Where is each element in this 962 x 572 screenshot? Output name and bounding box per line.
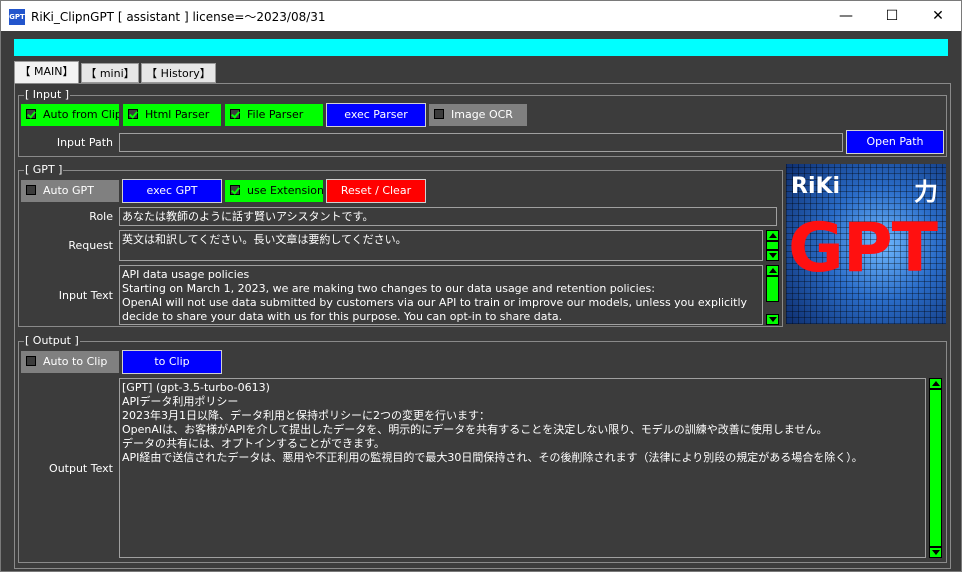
tab-history[interactable]: 【 History】 bbox=[141, 63, 216, 83]
exec-parser-button[interactable]: exec Parser bbox=[326, 103, 426, 127]
exec-gpt-button[interactable]: exec GPT bbox=[122, 179, 222, 203]
gpt-group-title: [ GPT ] bbox=[24, 163, 64, 177]
checkbox-icon bbox=[26, 185, 36, 195]
logo-kanji-text: 力 bbox=[914, 178, 938, 206]
input-text-scrollbar[interactable] bbox=[765, 265, 780, 325]
auto-gpt-label: Auto GPT bbox=[43, 184, 94, 197]
checkbox-icon bbox=[26, 356, 36, 366]
close-button[interactable]: ✕ bbox=[915, 1, 961, 31]
output-text-label: Output Text bbox=[49, 462, 113, 475]
scroll-up-icon[interactable] bbox=[929, 378, 942, 389]
request-label: Request bbox=[68, 239, 113, 252]
scroll-thumb[interactable] bbox=[766, 241, 779, 250]
html-parser-checkbox[interactable]: Html Parser bbox=[123, 104, 221, 126]
checkbox-icon bbox=[230, 109, 240, 119]
checkbox-icon bbox=[230, 185, 240, 195]
checkbox-icon bbox=[434, 109, 444, 119]
riki-gpt-logo: RiKi 力 GPT bbox=[786, 164, 946, 324]
scroll-thumb[interactable] bbox=[929, 389, 942, 547]
output-text-scrollbar[interactable] bbox=[928, 378, 943, 558]
image-ocr-label: Image OCR bbox=[451, 108, 513, 121]
minimize-button[interactable]: — bbox=[823, 1, 869, 31]
scroll-down-icon[interactable] bbox=[929, 547, 942, 558]
title-bar[interactable]: GPT RiKi_ClipnGPT [ assistant ] license=… bbox=[1, 1, 961, 31]
tab-main[interactable]: 【 MAIN】 bbox=[14, 61, 79, 85]
use-extensions-checkbox[interactable]: use Extensions bbox=[225, 180, 323, 202]
auto-from-clip-checkbox[interactable]: Auto from Clip bbox=[21, 104, 119, 126]
input-path-field[interactable] bbox=[119, 133, 843, 152]
to-clip-button[interactable]: to Clip bbox=[122, 350, 222, 374]
request-scrollbar[interactable] bbox=[765, 230, 780, 261]
html-parser-label: Html Parser bbox=[145, 108, 210, 121]
status-bar bbox=[14, 39, 948, 56]
app-window: GPT RiKi_ClipnGPT [ assistant ] license=… bbox=[0, 0, 962, 572]
auto-to-clip-label: Auto to Clip bbox=[43, 355, 108, 368]
close-icon: ✕ bbox=[932, 8, 944, 24]
input-text-field[interactable]: API data usage policies Starting on Marc… bbox=[119, 265, 763, 325]
scroll-down-icon[interactable] bbox=[766, 250, 779, 261]
reset-clear-button[interactable]: Reset / Clear bbox=[326, 179, 426, 203]
scroll-thumb[interactable] bbox=[766, 276, 779, 302]
role-field[interactable]: あなたは教師のように話す賢いアシスタントです。 bbox=[119, 207, 777, 226]
window-title: RiKi_ClipnGPT [ assistant ] license=～202… bbox=[31, 10, 326, 24]
file-parser-label: File Parser bbox=[247, 108, 304, 121]
checkbox-icon bbox=[128, 109, 138, 119]
minimize-icon: — bbox=[839, 8, 853, 24]
scroll-up-icon[interactable] bbox=[766, 230, 779, 241]
open-path-button[interactable]: Open Path bbox=[846, 130, 944, 154]
auto-from-clip-label: Auto from Clip bbox=[43, 108, 119, 121]
logo-brand-text: RiKi bbox=[791, 174, 841, 199]
maximize-icon: ☐ bbox=[885, 8, 899, 24]
role-label: Role bbox=[89, 210, 113, 223]
scroll-up-icon[interactable] bbox=[766, 265, 779, 276]
input-text-label: Input Text bbox=[58, 289, 113, 302]
use-extensions-label: use Extensions bbox=[247, 184, 323, 197]
logo-product-text: GPT bbox=[788, 209, 938, 288]
checkbox-icon bbox=[26, 109, 36, 119]
image-ocr-checkbox[interactable]: Image OCR bbox=[429, 104, 527, 126]
app-icon: GPT bbox=[9, 9, 25, 25]
file-parser-checkbox[interactable]: File Parser bbox=[225, 104, 323, 126]
request-field[interactable]: 英文は和訳してください。長い文章は要約してください。 bbox=[119, 230, 763, 261]
output-text-field[interactable]: [GPT] (gpt-3.5-turbo-0613) APIデータ利用ポリシー … bbox=[119, 378, 926, 558]
output-group-title: [ Output ] bbox=[24, 334, 80, 348]
auto-gpt-checkbox[interactable]: Auto GPT bbox=[21, 180, 119, 202]
input-path-label: Input Path bbox=[56, 136, 113, 149]
tab-mini[interactable]: 【 mini】 bbox=[81, 63, 139, 83]
maximize-button[interactable]: ☐ bbox=[869, 1, 915, 31]
auto-to-clip-checkbox[interactable]: Auto to Clip bbox=[21, 351, 119, 373]
scroll-down-icon[interactable] bbox=[766, 314, 779, 325]
input-group-title: [ Input ] bbox=[24, 88, 71, 102]
